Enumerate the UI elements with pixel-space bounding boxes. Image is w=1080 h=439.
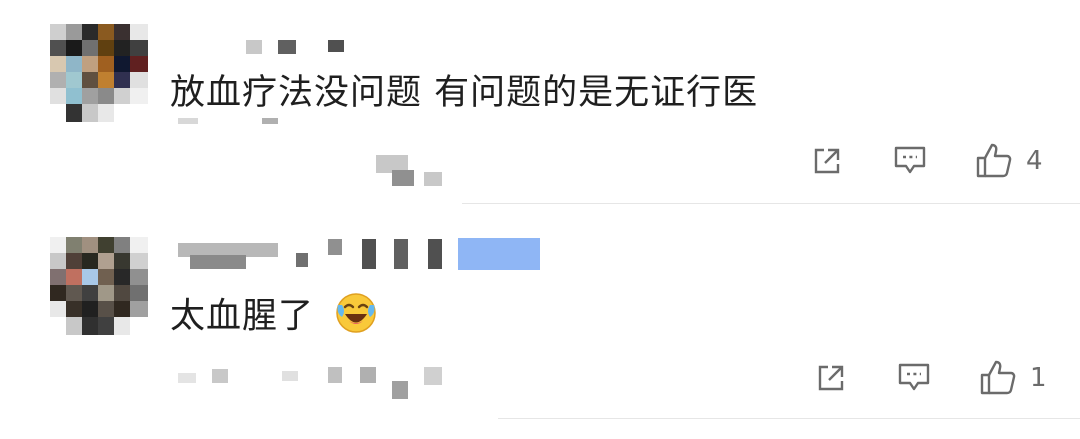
comment-text: 放血疗法没问题 有问题的是无证行医: [170, 73, 759, 113]
comment-text: 太血腥了: [170, 291, 378, 344]
like-count: 1: [1030, 363, 1047, 393]
like-count: 4: [1026, 146, 1043, 176]
laughing-tears-emoji: [334, 291, 378, 344]
comment-icon: [894, 146, 926, 174]
comment-item: 太血腥了 1: [0, 205, 1080, 439]
comment-text-content: 太血腥了: [170, 296, 315, 337]
like-button[interactable]: [972, 138, 1016, 182]
share-icon: [814, 148, 840, 174]
like-button[interactable]: [976, 355, 1020, 399]
share-icon: [818, 365, 844, 391]
avatar[interactable]: [50, 237, 148, 335]
share-button[interactable]: [806, 140, 850, 180]
divider: [462, 203, 1080, 204]
comment-icon: [898, 363, 930, 391]
user-badge-redacted: [458, 238, 540, 270]
reply-button[interactable]: [892, 357, 936, 397]
avatar[interactable]: [50, 24, 148, 122]
reply-button[interactable]: [888, 140, 932, 180]
divider: [498, 418, 1080, 419]
thumbs-up-icon: [976, 143, 1012, 178]
thumbs-up-icon: [980, 360, 1016, 395]
share-button[interactable]: [810, 357, 854, 397]
comment-item: 放血疗法没问题 有问题的是无证行医 4: [0, 0, 1080, 205]
